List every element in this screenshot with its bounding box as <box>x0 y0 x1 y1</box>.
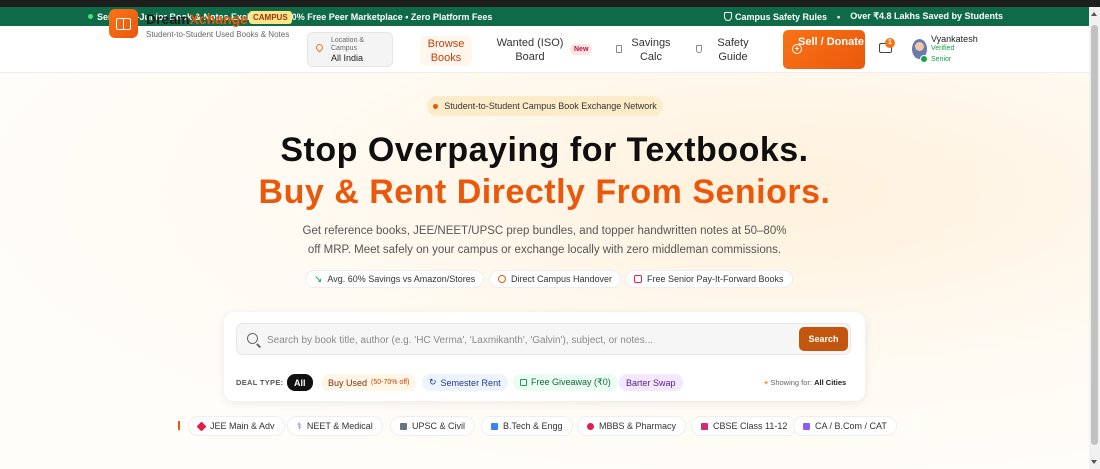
category-cbse-label: CBSE Class 11-12 <box>713 421 788 431</box>
category-jee[interactable]: JEE Main & Adv <box>188 416 285 436</box>
deal-all-label: All <box>294 377 306 388</box>
location-selector[interactable]: Location & Campus All India <box>307 32 393 67</box>
user-name[interactable]: Vyankatesh <box>931 34 978 44</box>
building-icon <box>400 422 407 430</box>
brand-name-part-a: Dream <box>146 11 190 27</box>
campus-safety-link[interactable]: Campus Safety Rules <box>724 11 828 22</box>
logo-book-icon[interactable] <box>109 9 138 38</box>
location-pin-icon: ⌖ <box>764 378 769 387</box>
shield-check-icon <box>724 11 733 21</box>
sell-donate-label: Sell / Donate <box>797 36 865 48</box>
hero-title-line2: Buy & Rent Directly From Seniors. <box>258 173 831 211</box>
chart-icon <box>803 422 810 430</box>
category-ca[interactable]: CA / B.Com / CAT <box>793 416 897 436</box>
user-verified-label: Verified <box>931 45 955 52</box>
pill-dot-icon <box>433 103 439 109</box>
deal-buy-used-note: (50-70% off) <box>371 379 410 386</box>
sell-donate-button[interactable]: + Sell / Donate <box>783 30 865 69</box>
new-badge: New <box>570 44 593 55</box>
savings-chip-label: Avg. 60% Savings vs Amazon/Stores <box>327 274 476 284</box>
hero-title-line1: Stop Overpaying for Textbooks. <box>280 131 809 169</box>
category-btech[interactable]: B.Tech & Engg <box>481 416 573 436</box>
category-ca-label: CA / B.Com / CAT <box>815 421 887 431</box>
category-jee-label: JEE Main & Adv <box>210 421 275 431</box>
notification-count-badge: 1 <box>885 38 895 48</box>
deal-barter-swap-label: Barter Swap <box>626 377 676 388</box>
nav-savings-calc[interactable]: Savings Calc <box>628 36 674 64</box>
live-dot-icon <box>88 14 93 19</box>
refresh-icon: ↻ <box>429 377 437 387</box>
deal-type-label: DEAL TYPE: <box>236 378 284 387</box>
brand-name-part-b: Xchange <box>189 11 248 27</box>
plus-circle-icon: + <box>792 44 802 54</box>
user-role: Senior <box>931 56 952 63</box>
verified-check-icon <box>920 55 928 63</box>
deal-semester-rent[interactable]: ↻ Semester Rent <box>422 374 508 391</box>
hero-subtitle: Get reference books, JEE/NEET/UPSC prep … <box>302 225 787 256</box>
book-icon <box>491 422 498 430</box>
category-neet-label: NEET & Medical <box>306 421 373 431</box>
page-scrollbar[interactable] <box>1089 7 1100 469</box>
location-label: Location & Campus <box>331 37 365 52</box>
map-pin-icon <box>314 42 325 53</box>
campus-badge: CAMPUS <box>249 11 292 24</box>
campus-safety-label: Campus Safety Rules <box>735 11 828 22</box>
nav-wanted-board[interactable]: Wanted (ISO) Board <box>494 36 566 64</box>
showing-prefix: Showing for: <box>770 378 813 387</box>
nav-safety-guide[interactable]: Safety Guide <box>710 36 756 64</box>
carousel-fade-right <box>890 412 920 440</box>
category-mbbs[interactable]: MBBS & Pharmacy <box>577 416 687 436</box>
safety-shield-icon <box>696 45 702 53</box>
scroll-up-arrow-icon[interactable] <box>1091 12 1097 16</box>
scroll-down-arrow-icon[interactable] <box>1091 460 1097 464</box>
carousel-edge-marker <box>178 421 180 430</box>
hero-pill: Student-to-Student Campus Book Exchange … <box>427 96 663 116</box>
stethoscope-icon: ⚕ <box>297 420 302 431</box>
deal-free-giveaway[interactable]: Free Giveaway (₹0) <box>513 374 618 391</box>
search-button[interactable]: Search <box>799 327 848 351</box>
brand-name[interactable]: DreamXchange <box>146 11 248 27</box>
deal-free-giveaway-label: Free Giveaway (₹0) <box>531 377 611 387</box>
deal-buy-used-label: Buy Used <box>328 377 368 388</box>
category-cbse[interactable]: CBSE Class 11-12 <box>691 416 798 436</box>
gift-icon <box>634 275 642 283</box>
free-books-chip-label: Free Senior Pay-It-Forward Books <box>647 274 784 284</box>
search-input[interactable] <box>267 330 787 350</box>
window-top-bar <box>0 0 1100 7</box>
search-box[interactable] <box>236 323 851 355</box>
gift-box-icon <box>520 379 527 386</box>
deal-buy-used[interactable]: Buy Used (50-70% off) <box>321 374 417 391</box>
pill-icon <box>585 421 596 431</box>
nav-browse-books[interactable]: Browse Books <box>420 36 472 66</box>
scrollbar-thumb[interactable] <box>1091 25 1098 445</box>
search-card: Search DEAL TYPE: All Buy Used(50-70% of… <box>224 312 865 401</box>
hero-pill-text: Student-to-Student Campus Book Exchange … <box>444 101 657 111</box>
brand-tagline: Student-to-Student Used Books & Notes <box>146 30 290 39</box>
deal-semester-rent-label: Semester Rent <box>440 377 501 388</box>
deal-all[interactable]: All <box>287 374 313 391</box>
showing-location: ⌖ Showing for: All Cities <box>764 378 846 388</box>
category-btech-label: B.Tech & Engg <box>503 421 563 431</box>
handshake-icon <box>498 275 506 283</box>
handover-chip-label: Direct Campus Handover <box>511 274 613 284</box>
search-icon <box>247 333 258 344</box>
category-upsc-label: UPSC & Civil <box>412 421 466 431</box>
savings-chip: ↘ Avg. 60% Savings vs Amazon/Stores <box>305 270 485 288</box>
category-upsc[interactable]: UPSC & Civil <box>390 416 476 436</box>
free-books-chip: Free Senior Pay-It-Forward Books <box>625 270 793 288</box>
calculator-icon <box>616 45 622 53</box>
separator-dot: • <box>837 11 841 22</box>
category-mbbs-label: MBBS & Pharmacy <box>599 421 677 431</box>
rocket-icon <box>196 421 207 431</box>
handover-chip: Direct Campus Handover <box>489 270 622 288</box>
school-bag-icon <box>701 422 708 430</box>
category-neet[interactable]: ⚕ NEET & Medical <box>287 416 383 436</box>
savings-stat: Over ₹4.8 Lakhs Saved by Students <box>850 11 1003 21</box>
showing-value: All Cities <box>814 378 847 387</box>
location-value: All India <box>331 53 364 63</box>
deal-barter-swap[interactable]: Barter Swap <box>619 374 683 391</box>
trending-down-icon: ↘ <box>314 273 323 285</box>
